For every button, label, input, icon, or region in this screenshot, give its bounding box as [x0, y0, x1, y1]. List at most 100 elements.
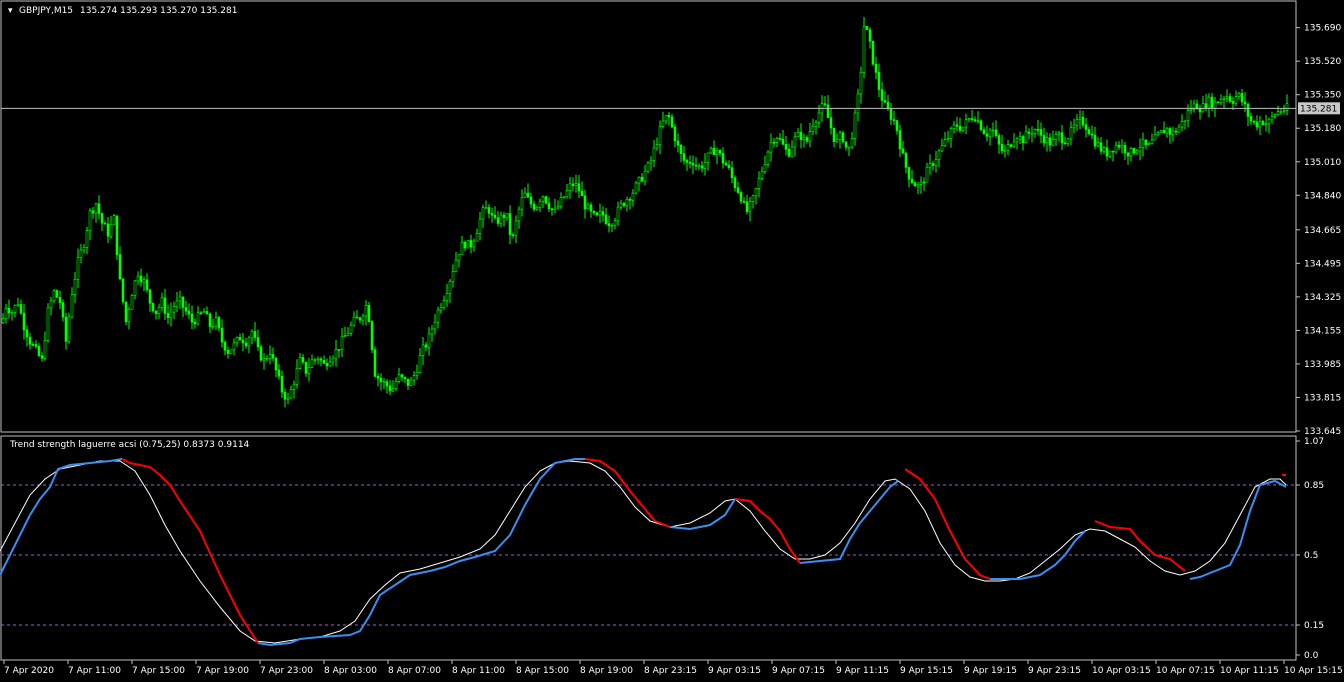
candle-bull	[775, 137, 779, 143]
candle-bear	[823, 103, 827, 106]
trading-chart[interactable]: 135.690 135.520 135.350 135.180 135.010 134.8…	[0, 0, 1344, 682]
candle-bull	[835, 139, 839, 142]
candle-bull	[160, 297, 164, 308]
candle-bull	[703, 162, 707, 169]
candle-bear	[727, 164, 731, 168]
candle-bull	[307, 367, 311, 374]
candle-bull	[52, 290, 56, 302]
candle-bear	[463, 241, 467, 249]
candle-bull	[421, 344, 425, 357]
candle-bull	[475, 233, 479, 242]
candle-bear	[277, 369, 281, 377]
candle-bull	[328, 361, 332, 367]
time-tick-label: 8 Apr 07:00	[388, 666, 441, 676]
candle-bear	[874, 63, 878, 73]
candle-bull	[235, 337, 239, 344]
price-tick-label: 133.645	[1304, 427, 1341, 437]
candle-bear	[694, 164, 698, 167]
candle-bull	[937, 150, 941, 160]
indicator-title: Trend strength laguerre acsi (0.75,25) 0…	[9, 440, 250, 450]
candle-bear	[670, 116, 674, 128]
candle-bull	[754, 188, 758, 197]
candle-bear	[1144, 139, 1148, 146]
candle-bull	[397, 374, 401, 382]
candle-bear	[100, 213, 104, 224]
candle-bull	[313, 359, 317, 361]
candle-bull	[1165, 128, 1169, 134]
candle-bull	[1186, 110, 1190, 122]
candle-bear	[589, 204, 593, 212]
candle-bear	[7, 307, 11, 314]
candle-bear	[880, 89, 884, 101]
candle-bear	[184, 307, 188, 312]
candle-bull	[811, 125, 815, 132]
chart-background	[0, 0, 1344, 682]
candle-bear	[679, 144, 683, 154]
candle-bear	[1198, 108, 1202, 113]
candle-bear	[1099, 142, 1103, 152]
candle-bull	[76, 257, 80, 280]
candle-bull	[262, 358, 266, 361]
candle-bear	[367, 305, 371, 322]
candle-bear	[1255, 121, 1259, 128]
candle-bull	[661, 120, 665, 127]
candle-bull	[16, 304, 20, 306]
candle-bull	[1147, 143, 1151, 146]
candle-bear	[931, 163, 935, 166]
candle-bear	[742, 200, 746, 203]
candle-bear	[244, 342, 248, 347]
candle-bull	[142, 279, 146, 283]
candle-bull	[382, 381, 386, 383]
candle-bear	[901, 148, 905, 154]
chart-menu-arrow-icon[interactable]: ▾	[8, 6, 13, 16]
time-tick-label: 7 Apr 23:00	[260, 666, 313, 676]
candle-bear	[97, 203, 101, 214]
candle-bear	[898, 130, 902, 150]
candle-bear	[355, 316, 359, 319]
candle-bull	[964, 119, 968, 128]
candle-bear	[829, 117, 833, 129]
candle-bull	[343, 335, 347, 337]
candle-bull	[331, 357, 335, 363]
candle-bear	[106, 223, 110, 237]
candle-bear	[1228, 96, 1232, 102]
candle-bear	[1111, 150, 1115, 153]
candle-bull	[952, 124, 956, 129]
candle-bear	[139, 275, 143, 283]
candle-bull	[73, 279, 77, 295]
candle-bull	[250, 331, 254, 339]
candle-bear	[1168, 128, 1172, 135]
candle-bull	[1033, 129, 1037, 134]
candle-bear	[607, 223, 611, 227]
candle-bull	[4, 307, 8, 319]
price-tick-label: 134.495	[1304, 259, 1341, 269]
candle-bear	[502, 214, 506, 218]
candle-bull	[859, 72, 863, 95]
candle-bull	[934, 159, 938, 166]
candle-bear	[1216, 101, 1220, 104]
candle-bear	[886, 101, 890, 110]
candle-bull	[613, 220, 617, 226]
candle-bull	[967, 118, 971, 121]
candle-bear	[337, 349, 341, 351]
candle-bear	[577, 183, 581, 192]
time-tick-label: 10 Apr 11:15	[1220, 666, 1279, 676]
candle-bear	[571, 183, 575, 186]
candle-bull	[427, 333, 431, 348]
candle-bull	[172, 306, 176, 313]
candle-bull	[232, 342, 236, 351]
candle-bear	[832, 127, 836, 142]
candle-bull	[817, 112, 821, 123]
price-tick-label: 135.180	[1304, 124, 1341, 134]
candle-bull	[715, 149, 719, 156]
time-tick-label: 8 Apr 11:00	[452, 666, 505, 676]
candle-bull	[481, 207, 485, 220]
candle-bull	[991, 129, 995, 132]
candle-bear	[1240, 93, 1244, 103]
candle-bull	[568, 183, 572, 191]
candle-bear	[622, 202, 626, 206]
candle-bull	[418, 355, 422, 373]
candle-bear	[997, 135, 1001, 145]
time-tick-label: 9 Apr 19:15	[964, 666, 1017, 676]
candle-bull	[67, 316, 71, 342]
